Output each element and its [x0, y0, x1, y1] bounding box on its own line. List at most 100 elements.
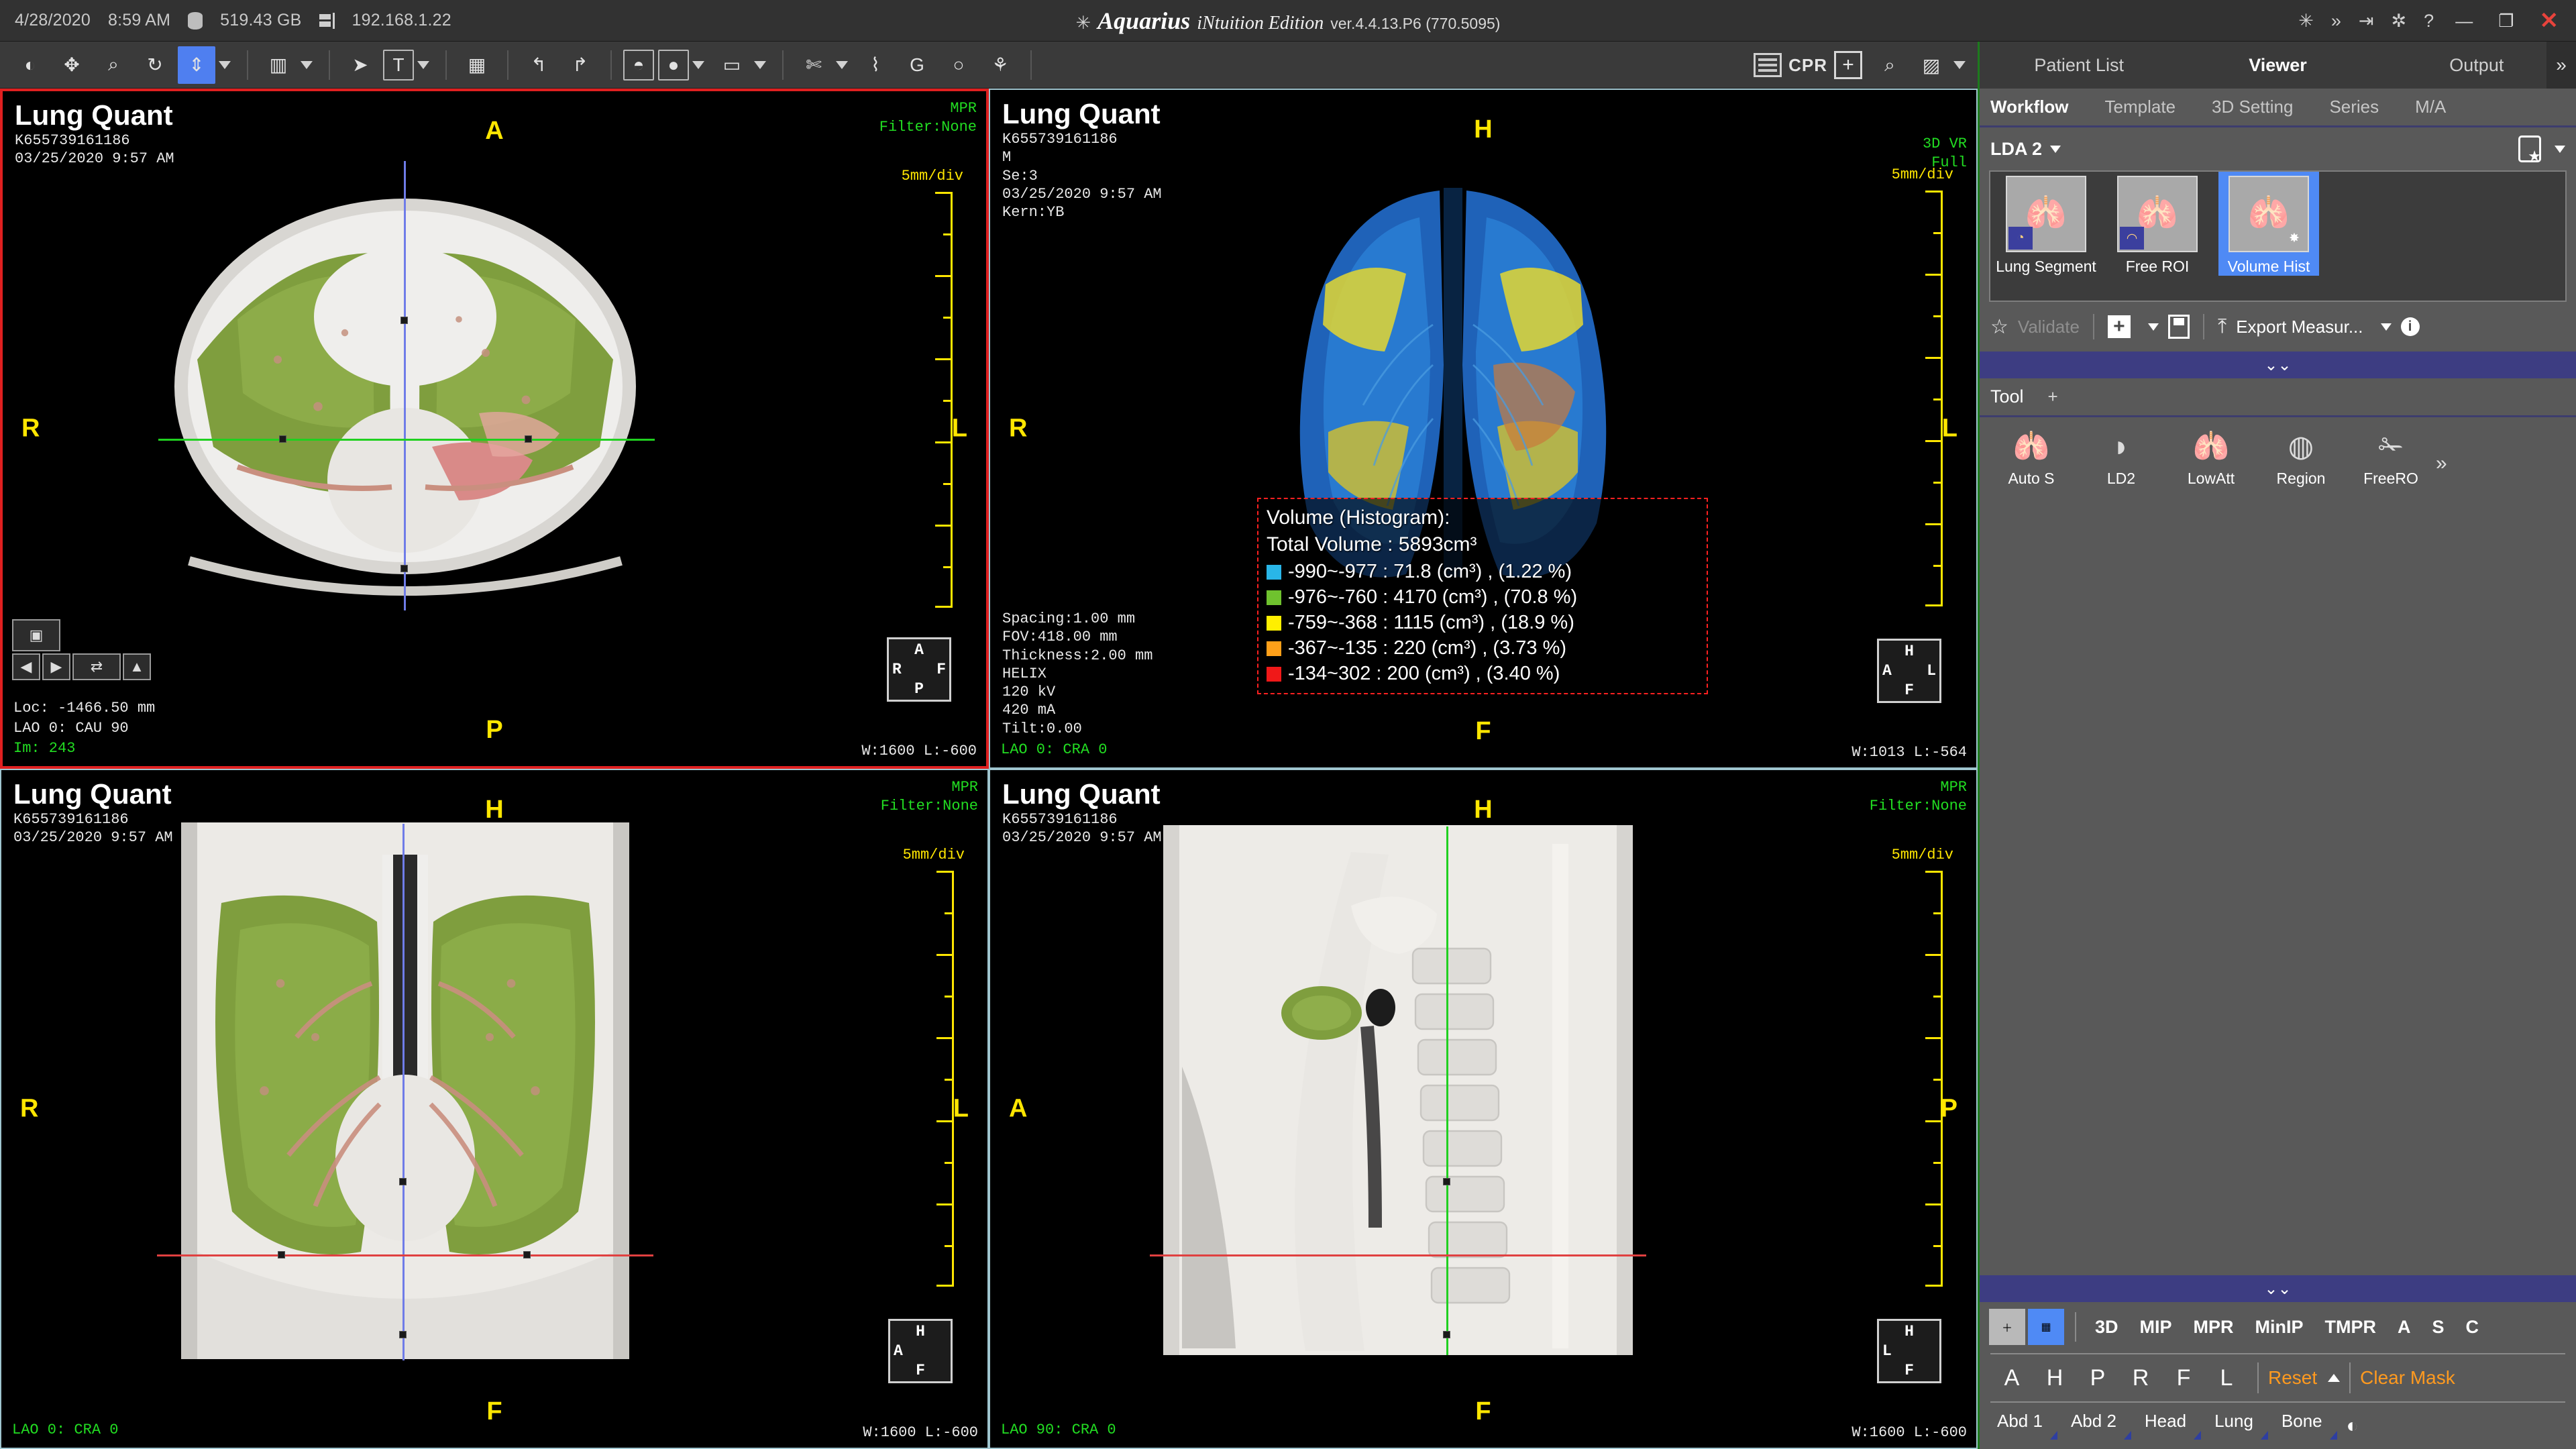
workflow-step-lung-segment[interactable]: 🫁 ◔ Lung Segment	[1996, 172, 2096, 276]
preset-head[interactable]: Head	[2137, 1411, 2206, 1441]
mode-sagittal[interactable]: S	[2432, 1317, 2445, 1338]
orientation-button-a[interactable]: A	[1990, 1365, 2033, 1391]
annotation-toggle-caret[interactable]	[1953, 61, 1966, 69]
tab-patient-list[interactable]: Patient List	[1980, 55, 2178, 76]
preset-abd1[interactable]: Abd 1	[1989, 1411, 2063, 1441]
tool-more-icon[interactable]: »	[2436, 452, 2447, 475]
lung-tool-icon[interactable]: ⚘	[981, 46, 1019, 84]
collapse-bottom-bar[interactable]: ⌄⌄	[1980, 1275, 2576, 1302]
crosshair-handle-bottom[interactable]	[399, 1331, 407, 1338]
camera-icon[interactable]: ▣	[12, 619, 60, 651]
lda-dropdown-caret[interactable]	[2050, 146, 2061, 153]
crosshair-handle-mid[interactable]	[399, 1178, 407, 1185]
crosshair-handle-mid[interactable]	[1443, 1178, 1450, 1185]
window-level-icon[interactable]: ◐	[11, 46, 49, 84]
snowflake-icon[interactable]: ✳	[2298, 12, 2314, 30]
orientation-button-p[interactable]: P	[2076, 1365, 2119, 1391]
crosshair-handle-right[interactable]	[525, 435, 532, 443]
orientation-cube[interactable]: H F A	[888, 1319, 953, 1383]
add-measurement-caret[interactable]	[2148, 323, 2159, 331]
orientation-cube[interactable]: H F L	[1877, 1319, 1941, 1383]
layout-grid-icon[interactable]: ▦	[458, 46, 496, 84]
expand-panel-icon[interactable]: »	[2546, 42, 2576, 89]
crosshair-handle-bottom[interactable]	[1443, 1331, 1450, 1338]
annotation-dropdown-caret[interactable]	[417, 61, 429, 69]
mode-axial[interactable]: A	[2398, 1317, 2411, 1338]
reset-dropdown-caret[interactable]	[2328, 1374, 2340, 1382]
subtab-template[interactable]: Template	[2105, 97, 2176, 117]
viewport-sagittal[interactable]: Lung Quant K655739161186 03/25/2020 9:57…	[989, 769, 1978, 1449]
tool-free-roi[interactable]: ✁ FreeRO	[2346, 428, 2436, 488]
preset-lung[interactable]: Lung	[2206, 1411, 2273, 1441]
orientation-button-l[interactable]: L	[2205, 1365, 2248, 1391]
cine-loop-icon[interactable]: ⇄	[72, 653, 121, 680]
workflow-step-free-roi[interactable]: 🫁 ◠ Free ROI	[2107, 172, 2208, 276]
orientation-button-r[interactable]: R	[2119, 1365, 2162, 1391]
export-measurements-button[interactable]: Export Measur...	[2236, 317, 2363, 337]
export-dropdown-caret[interactable]	[2381, 323, 2392, 331]
info-icon[interactable]: i	[2401, 317, 2420, 336]
redo-icon[interactable]: ↱	[561, 46, 599, 84]
tool-ld2[interactable]: ◗ LD2	[2076, 428, 2166, 488]
tool-low-attenuation[interactable]: 🫁 LowAtt	[2166, 428, 2256, 488]
save-icon[interactable]	[2168, 315, 2190, 339]
cut-dropdown-caret[interactable]	[836, 61, 848, 69]
collapse-measurements-bar[interactable]: ⌄⌄	[1980, 352, 2576, 378]
chevron-double-right-icon[interactable]: »	[2331, 12, 2341, 30]
pan-icon[interactable]: ✥	[53, 46, 91, 84]
minimize-button[interactable]: —	[2451, 11, 2477, 32]
mode-mip[interactable]: MIP	[2140, 1317, 2172, 1338]
mode-3d[interactable]: 3D	[2095, 1317, 2118, 1338]
reset-button[interactable]: Reset	[2268, 1367, 2317, 1389]
opacity-preset-icon[interactable]: ●	[658, 50, 689, 80]
tool-add-icon[interactable]: +	[2048, 386, 2058, 407]
add-measurement-icon[interactable]: +	[2108, 315, 2131, 338]
subtab-workflow[interactable]: Workflow	[1990, 97, 2069, 117]
cut-tool-icon[interactable]: ✄	[795, 46, 833, 84]
preset-bone[interactable]: Bone	[2273, 1411, 2343, 1441]
lda-label[interactable]: LDA 2	[1990, 139, 2042, 160]
orientation-button-h[interactable]: H	[2033, 1365, 2076, 1391]
scroll-slice-icon[interactable]: ⇕	[178, 46, 215, 84]
clip-dropdown-caret[interactable]	[754, 61, 766, 69]
mode-mpr[interactable]: MPR	[2194, 1317, 2234, 1338]
up-icon[interactable]: ▲	[123, 653, 151, 680]
help-icon[interactable]: ?	[2424, 12, 2434, 30]
color-map-icon[interactable]: ◓	[623, 50, 654, 80]
gear-icon[interactable]: ✲	[2392, 12, 2407, 30]
validate-button[interactable]: Validate	[2018, 317, 2080, 337]
crosshair-vertical[interactable]	[404, 161, 406, 610]
mode-minip[interactable]: MinIP	[2255, 1317, 2304, 1338]
magnify-region-icon[interactable]: ⌕	[1871, 46, 1909, 84]
maximize-button[interactable]: ❐	[2494, 11, 2518, 32]
scroll-tool-dropdown-caret[interactable]	[219, 61, 231, 69]
clip-slab-icon[interactable]: ▭	[713, 46, 751, 84]
undo-icon[interactable]: ↰	[520, 46, 557, 84]
volume-histogram-overlay[interactable]: Volume (Histogram): Total Volume : 5893c…	[1257, 498, 1708, 694]
logout-icon[interactable]: ⇥	[2359, 12, 2374, 30]
crosshair-horizontal[interactable]	[158, 439, 655, 441]
tab-viewer[interactable]: Viewer	[2178, 55, 2377, 76]
vessel-track-icon[interactable]: ⌇	[857, 46, 894, 84]
crosshair-vertical[interactable]	[402, 824, 405, 1360]
fullscreen-plus-icon[interactable]: +	[1829, 46, 1867, 84]
star-icon[interactable]: ☆	[1990, 315, 2008, 339]
orientation-cube[interactable]: A P R F	[887, 637, 951, 702]
orientation-button-f[interactable]: F	[2162, 1365, 2205, 1391]
layout-single-icon[interactable]: ＋	[1989, 1309, 2025, 1345]
close-button[interactable]: ✕	[2536, 7, 2563, 34]
prev-slice-icon[interactable]: ◀	[12, 653, 40, 680]
report-list-icon[interactable]	[1749, 46, 1786, 84]
tool-region[interactable]: ◍ Region	[2256, 428, 2346, 488]
workflow-step-volume-hist[interactable]: 🫁 ✸ Volume Hist	[2218, 172, 2319, 276]
subtab-series[interactable]: Series	[2329, 97, 2379, 117]
orientation-cube[interactable]: H F A L	[1877, 639, 1941, 703]
subtab-ma[interactable]: M/A	[2415, 97, 2446, 117]
viewport-coronal[interactable]: Lung Quant K655739161186 03/25/2020 9:57…	[0, 769, 989, 1449]
annotation-toggle-icon[interactable]: ▨	[1913, 46, 1950, 84]
viewport-3d-vr[interactable]: Lung Quant K655739161186 M Se:3 03/25/20…	[989, 89, 1978, 769]
tool-auto-segment[interactable]: 🫁 Auto S	[1986, 428, 2076, 488]
zoom-icon[interactable]: ⌕	[95, 46, 132, 84]
crosshair-handle-top[interactable]	[400, 317, 408, 324]
text-annotation-icon[interactable]: T	[383, 50, 414, 80]
